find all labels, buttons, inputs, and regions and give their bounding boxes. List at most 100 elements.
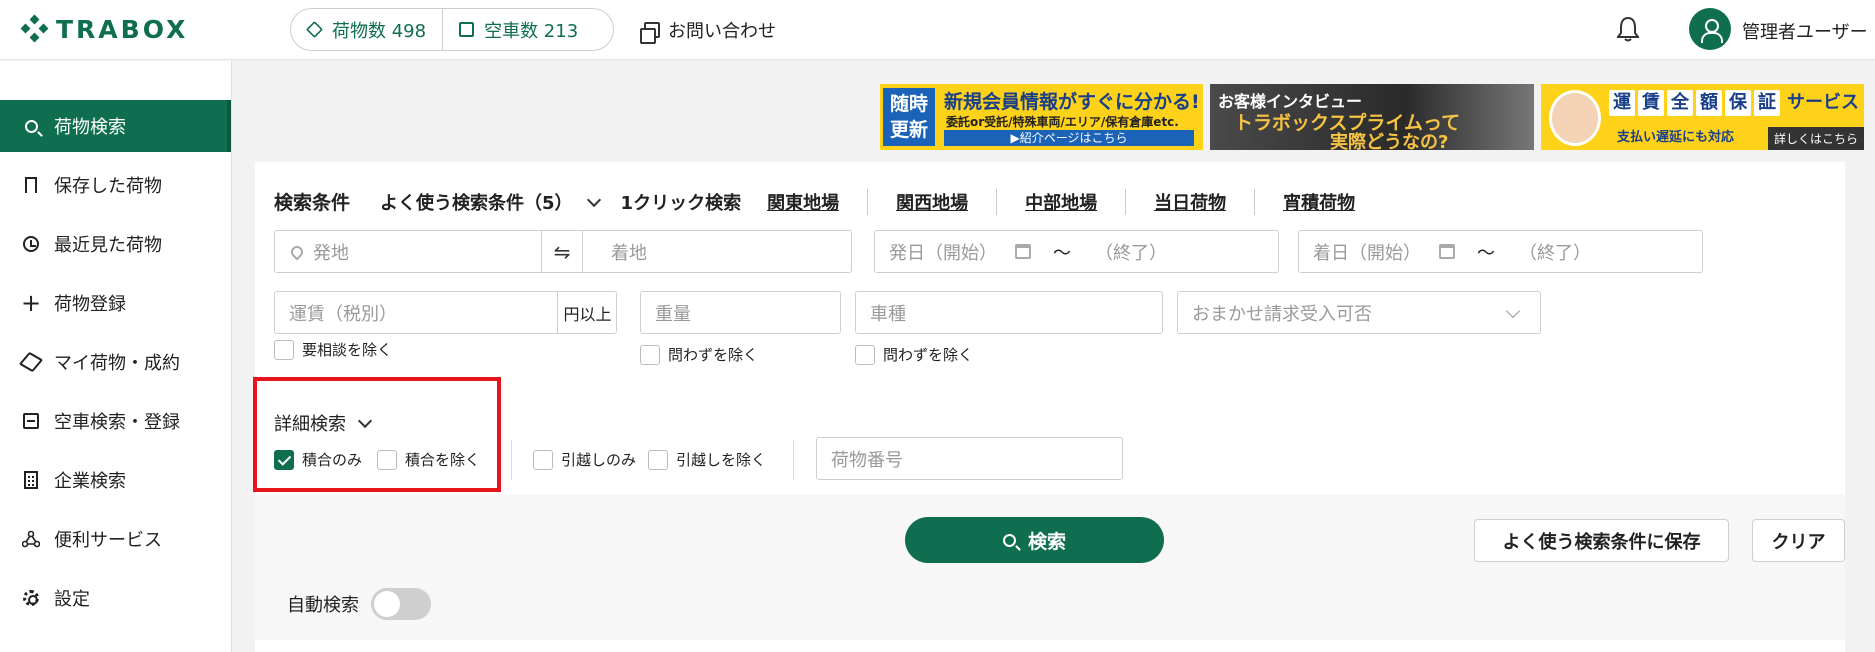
sidebar-item-vacant-search[interactable]: 空車検索・登録 bbox=[0, 395, 231, 447]
vehicle-placeholder: 車種 bbox=[870, 303, 906, 325]
sidebar-item-recent-cargo[interactable]: 最近見た荷物 bbox=[0, 218, 231, 270]
building-icon bbox=[22, 471, 40, 489]
checkbox-box[interactable] bbox=[533, 449, 553, 470]
weight-placeholder: 重量 bbox=[655, 303, 691, 325]
checkbox-box[interactable] bbox=[648, 449, 668, 470]
user-name[interactable]: 管理者ユーザー bbox=[1742, 18, 1868, 44]
checkbox-label: 要相談を除く bbox=[302, 341, 393, 359]
auto-search-toggle[interactable] bbox=[371, 588, 431, 620]
clock-icon bbox=[22, 235, 40, 253]
sidebar-item-label: 企業検索 bbox=[54, 471, 126, 492]
contact-label: お問い合わせ bbox=[668, 21, 776, 42]
banner-more-link: 詳しくはこちら bbox=[1767, 127, 1864, 150]
arrival-date-range[interactable]: 着日（開始） 〜 （終了） bbox=[1298, 230, 1703, 273]
banner-link: ▶紹介ページはこちら bbox=[944, 130, 1194, 146]
truck-icon bbox=[459, 22, 475, 37]
sidebar-item-label: 設定 bbox=[54, 589, 90, 610]
vacant-count-label: 空車数 213 bbox=[484, 20, 579, 42]
range-separator: 〜 bbox=[1053, 242, 1071, 264]
box-icon bbox=[18, 351, 44, 373]
sidebar-item-company-search[interactable]: 企業検索 bbox=[0, 454, 231, 506]
moving-only-checkbox[interactable]: 引越しのみ bbox=[533, 449, 636, 470]
weight-exclude-any-checkbox[interactable]: 問わずを除く bbox=[640, 344, 758, 365]
omakase-placeholder: おまかせ請求受入可否 bbox=[1192, 303, 1372, 325]
sidebar-item-label: 荷物登録 bbox=[54, 294, 126, 315]
sidebar-item-cargo-search[interactable]: 荷物検索 bbox=[0, 100, 231, 152]
count-summary: 荷物数 498 空車数 213 bbox=[290, 8, 614, 51]
checkbox-box[interactable] bbox=[640, 344, 660, 365]
favorite-conditions-dropdown[interactable]: よく使う検索条件（5） bbox=[380, 189, 573, 215]
box-icon bbox=[306, 21, 323, 38]
gear-icon bbox=[22, 589, 40, 607]
sidebar-item-label: 便利サービス bbox=[54, 530, 162, 551]
vacant-count[interactable]: 空車数 213 bbox=[442, 9, 594, 50]
logo-text: TRABOX bbox=[56, 14, 189, 44]
banner-badge: 随時更新 bbox=[883, 88, 935, 146]
operator-photo bbox=[1549, 90, 1601, 146]
contact-link[interactable]: お問い合わせ bbox=[640, 17, 776, 44]
cargo-count[interactable]: 荷物数 498 bbox=[291, 9, 442, 50]
search-conditions-title: 検索条件 bbox=[274, 192, 351, 214]
search-button[interactable]: 検索 bbox=[905, 517, 1164, 563]
banner-subtitle: 支払い遅延にも対応 bbox=[1617, 130, 1735, 145]
sidebar-item-label: 最近見た荷物 bbox=[54, 235, 162, 256]
chevron-down-icon bbox=[1505, 303, 1521, 319]
checkbox-label: 問わずを除く bbox=[668, 346, 759, 364]
quick-link-evening[interactable]: 宵積荷物 bbox=[1254, 188, 1383, 215]
quick-link-kanto[interactable]: 関東地場 bbox=[767, 189, 867, 215]
cargo-number-input[interactable]: 荷物番号 bbox=[816, 437, 1123, 480]
quick-link-today[interactable]: 当日荷物 bbox=[1125, 188, 1254, 215]
sidebar-item-register-cargo[interactable]: + 荷物登録 bbox=[0, 277, 231, 329]
checkbox-label: 問わずを除く bbox=[883, 346, 974, 364]
checkbox-box[interactable] bbox=[855, 344, 875, 365]
banner-new-members[interactable]: 随時更新 新規会員情報がすぐに分かる! 委託or受託/特殊車両/エリア/保有倉庫… bbox=[880, 84, 1203, 150]
sidebar-item-saved-cargo[interactable]: 保存した荷物 bbox=[0, 159, 231, 211]
divider bbox=[793, 440, 794, 480]
swap-origin-destination-button[interactable]: ⇋ bbox=[541, 230, 583, 273]
exclude-negotiation-checkbox[interactable]: 要相談を除く bbox=[274, 339, 392, 360]
clear-button[interactable]: クリア bbox=[1752, 519, 1845, 562]
vehicle-exclude-any-checkbox[interactable]: 問わずを除く bbox=[855, 344, 973, 365]
sidebar: 荷物検索 保存した荷物 最近見た荷物 + 荷物登録 マイ荷物・成約 空車検索・登… bbox=[0, 61, 232, 652]
sidebar-item-label: マイ荷物・成約 bbox=[54, 353, 180, 374]
bookmark-icon bbox=[22, 176, 40, 194]
cargo-count-label: 荷物数 498 bbox=[332, 20, 427, 42]
bell-icon[interactable] bbox=[1617, 16, 1639, 42]
sidebar-item-services[interactable]: 便利サービス bbox=[0, 513, 231, 565]
quick-link-kansai[interactable]: 関西地場 bbox=[867, 188, 996, 215]
save-conditions-button[interactable]: よく使う検索条件に保存 bbox=[1474, 519, 1729, 562]
calendar-icon bbox=[1015, 244, 1031, 259]
cargo-number-placeholder: 荷物番号 bbox=[831, 449, 903, 471]
trabox-logo[interactable]: TRABOX bbox=[20, 14, 188, 44]
user-avatar[interactable] bbox=[1689, 8, 1731, 50]
banner-title: 運賃全額保証 サービス bbox=[1609, 90, 1859, 116]
highlight-box bbox=[253, 377, 501, 492]
fare-unit: 円以上 bbox=[557, 291, 617, 334]
checkbox-box[interactable] bbox=[274, 339, 294, 360]
departure-date-range[interactable]: 発日（開始） 〜 （終了） bbox=[874, 230, 1279, 273]
banner-payment-guarantee[interactable]: 運賃全額保証 サービス 支払い遅延にも対応 詳しくはこちら bbox=[1541, 84, 1864, 150]
departure-start-input[interactable]: 発日（開始） bbox=[875, 239, 997, 265]
arrival-end-input[interactable]: （終了） bbox=[1495, 239, 1591, 265]
search-icon bbox=[1002, 533, 1016, 547]
departure-end-input[interactable]: （終了） bbox=[1071, 239, 1167, 265]
checkbox-label: 引越しを除く bbox=[676, 451, 767, 469]
banner-interview[interactable]: お客様インタビュー トラボックスプライムって 実際どうなの? bbox=[1210, 84, 1534, 150]
omakase-billing-select[interactable]: おまかせ請求受入可否 bbox=[1177, 291, 1541, 334]
sidebar-item-label: 空車検索・登録 bbox=[54, 412, 180, 433]
sidebar-item-label: 保存した荷物 bbox=[54, 176, 162, 197]
chevron-down-icon[interactable] bbox=[586, 192, 601, 207]
sidebar-item-settings[interactable]: 設定 bbox=[0, 572, 231, 624]
quick-link-chubu[interactable]: 中部地場 bbox=[996, 188, 1125, 215]
destination-input[interactable]: 着地 bbox=[597, 239, 647, 265]
arrival-start-input[interactable]: 着日（開始） bbox=[1299, 239, 1421, 265]
sidebar-item-my-cargo[interactable]: マイ荷物・成約 bbox=[0, 336, 231, 388]
weight-input[interactable]: 重量 bbox=[640, 291, 841, 334]
exclude-moving-checkbox[interactable]: 引越しを除く bbox=[648, 449, 766, 470]
results-area bbox=[255, 640, 1845, 652]
vehicle-type-input[interactable]: 車種 bbox=[855, 291, 1163, 334]
range-separator: 〜 bbox=[1477, 242, 1495, 264]
origin-input[interactable]: 発地 bbox=[303, 239, 349, 265]
divider bbox=[511, 440, 512, 480]
auto-search: 自動検索 bbox=[287, 588, 431, 620]
